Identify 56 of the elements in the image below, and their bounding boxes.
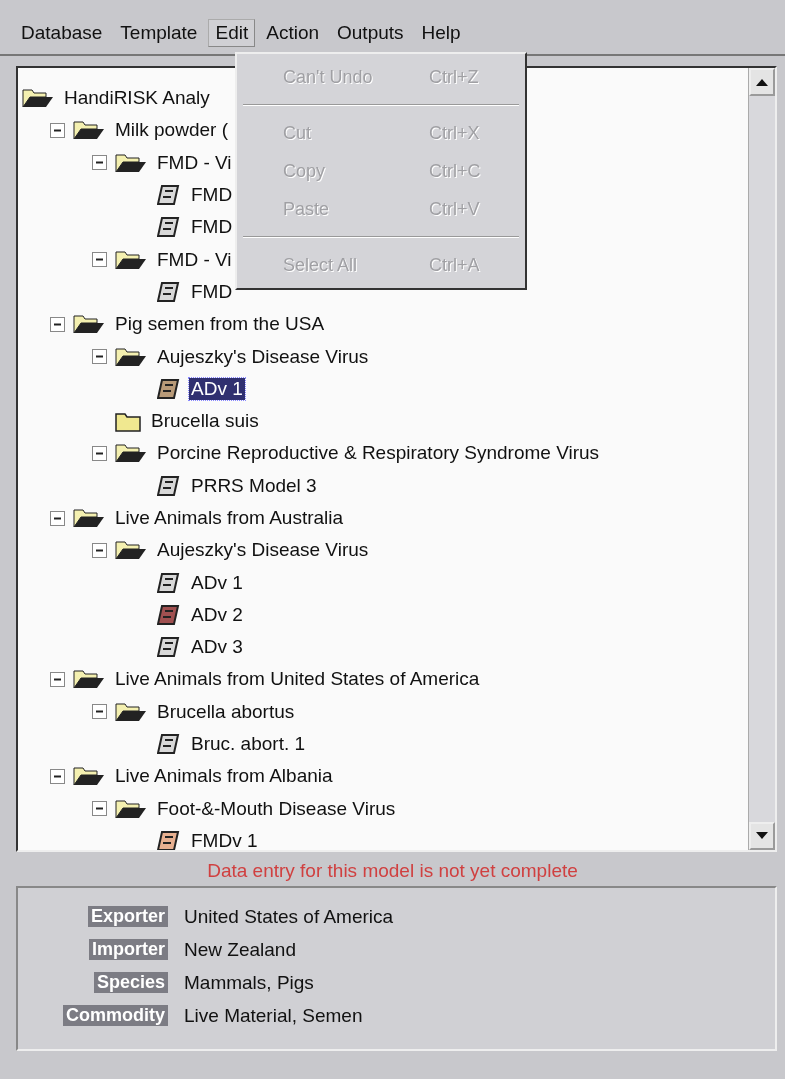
tree-item[interactable]: Live Animals from Albania bbox=[113, 765, 335, 788]
tree-item[interactable]: FMDv 1 bbox=[189, 829, 260, 850]
tree-item[interactable]: Aujeszky's Disease Virus bbox=[155, 539, 371, 562]
tree-item[interactable]: Pig semen from the USA bbox=[113, 313, 327, 336]
collapse-icon[interactable] bbox=[50, 316, 65, 332]
tree-item[interactable]: ADv 2 bbox=[189, 603, 245, 626]
tree-item[interactable]: PRRS Model 3 bbox=[189, 474, 319, 497]
up-arrow-icon bbox=[756, 78, 768, 86]
tree-item[interactable]: ADv 3 bbox=[189, 636, 245, 659]
collapse-icon[interactable] bbox=[50, 510, 65, 526]
tree-item[interactable]: Brucella abortus bbox=[155, 700, 297, 723]
tree-item[interactable]: Milk powder ( bbox=[113, 119, 230, 142]
tree-item[interactable]: FMD bbox=[189, 184, 235, 207]
scrollbar[interactable] bbox=[748, 68, 775, 850]
field-label: Species bbox=[93, 972, 168, 993]
tree-item[interactable]: FMD bbox=[189, 216, 235, 239]
status-message: Data entry for this model is not yet complete bbox=[207, 860, 578, 882]
tree-item[interactable]: Foot-&-Mouth Disease Virus bbox=[155, 797, 398, 820]
field-label: Importer bbox=[89, 939, 168, 960]
tree-item[interactable]: ADv 1 bbox=[189, 571, 245, 594]
tree-item[interactable]: FMD - Vi bbox=[155, 248, 234, 271]
field-value: New Zealand bbox=[184, 938, 296, 961]
tree-item[interactable]: FMD bbox=[189, 280, 235, 303]
field-value: Mammals, Pigs bbox=[184, 971, 314, 994]
collapse-icon[interactable] bbox=[92, 801, 107, 817]
field-value: Live Material, Semen bbox=[184, 1004, 363, 1027]
collapse-icon[interactable] bbox=[92, 155, 107, 171]
menu-item[interactable]: Help bbox=[414, 19, 468, 47]
collapse-icon[interactable] bbox=[50, 122, 65, 138]
tree-item[interactable]: HandiRISK Analy bbox=[62, 87, 212, 110]
tree-item[interactable]: Live Animals from Australia bbox=[113, 507, 346, 529]
menu-item[interactable]: Edit bbox=[208, 19, 256, 47]
scroll-down-button[interactable] bbox=[749, 822, 775, 850]
down-arrow-icon bbox=[756, 832, 768, 840]
collapse-icon[interactable] bbox=[92, 704, 107, 720]
field-label: Commodity bbox=[63, 1005, 168, 1026]
tree-item[interactable]: ADv 1 bbox=[189, 377, 245, 400]
tree-item[interactable]: FMD - Vi bbox=[155, 151, 234, 174]
tree-item[interactable]: Aujeszky's Disease Virus bbox=[155, 345, 371, 368]
collapse-icon[interactable] bbox=[92, 445, 107, 461]
tree-item[interactable]: Bruc. abort. 1 bbox=[189, 733, 308, 756]
menu-item[interactable]: Template bbox=[113, 19, 205, 47]
menu-item[interactable]: Database bbox=[14, 19, 110, 47]
tree-item[interactable]: Live Animals from United States of America bbox=[113, 668, 482, 691]
scroll-up-button[interactable] bbox=[749, 68, 775, 96]
collapse-icon[interactable] bbox=[92, 252, 107, 268]
tree-item[interactable]: Porcine Reproductive & Respiratory Syndrome Virus bbox=[155, 442, 602, 465]
collapse-icon[interactable] bbox=[92, 542, 107, 558]
collapse-icon[interactable] bbox=[92, 349, 107, 364]
collapse-icon[interactable] bbox=[50, 768, 65, 784]
field-label: Exporter bbox=[87, 906, 168, 927]
field-value: United States of America bbox=[184, 905, 394, 928]
collapse-icon[interactable] bbox=[50, 672, 65, 687]
menu-item[interactable]: Outputs bbox=[330, 19, 411, 47]
tree-item[interactable]: Brucella suis bbox=[149, 410, 261, 433]
menu-item[interactable]: Action bbox=[259, 19, 326, 47]
